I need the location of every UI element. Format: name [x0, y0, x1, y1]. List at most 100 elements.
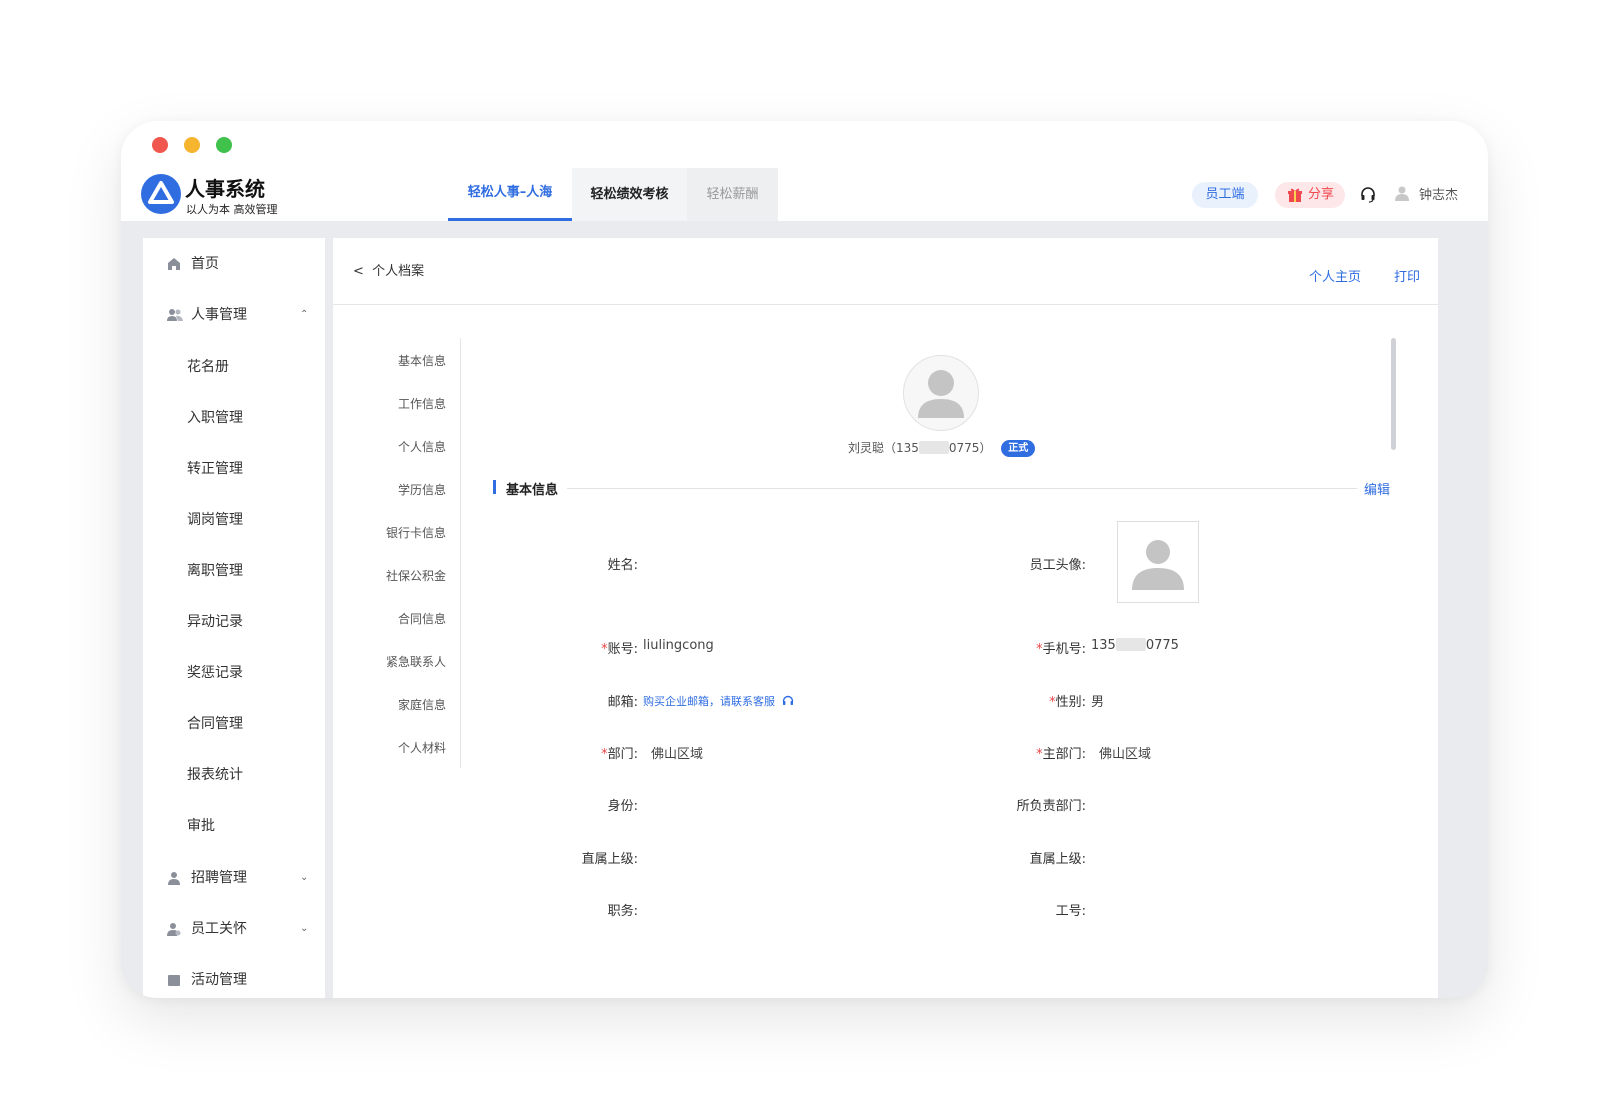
masked-phone: [1115, 638, 1146, 651]
profile-phone-suffix: 0775）: [948, 441, 992, 455]
anchor-basic-info[interactable]: 基本信息: [398, 352, 446, 369]
sidebar-item-label: 首页: [191, 256, 219, 272]
department-label: *部门:: [601, 747, 638, 762]
app-title: 人事系统: [185, 177, 265, 201]
sidebar-item-label: 员工关怀: [191, 921, 247, 937]
account-label: *账号:: [601, 642, 638, 657]
page-title: 个人档案: [372, 264, 425, 279]
user-icon: [168, 872, 180, 885]
app-subtitle: 以人为本 高效管理: [186, 203, 278, 216]
photo-label: 员工头像:: [1029, 558, 1086, 573]
tab-hr[interactable]: 轻松人事–人海: [448, 168, 572, 221]
anchor-emergency-contact[interactable]: 紧急联系人: [386, 653, 446, 670]
anchor-contract[interactable]: 合同信息: [398, 610, 446, 627]
anchor-personal-materials[interactable]: 个人材料: [398, 739, 446, 756]
user-avatar-icon[interactable]: [1394, 185, 1410, 201]
personal-home-link[interactable]: 个人主页: [1309, 266, 1361, 285]
default-avatar-icon: [918, 370, 964, 418]
anchor-bank-card[interactable]: 银行卡信息: [386, 524, 446, 541]
sidebar-item-reports[interactable]: 报表统计: [187, 755, 243, 795]
minimize-window-button[interactable]: [184, 137, 200, 153]
sidebar-item-contracts[interactable]: 合同管理: [187, 704, 243, 744]
headset-icon[interactable]: [1360, 186, 1376, 203]
gender-label: *性别:: [1049, 695, 1086, 710]
profile-name-phone: 刘灵聪（135: [848, 441, 919, 455]
share-button[interactable]: 分享: [1275, 182, 1345, 208]
maximize-window-button[interactable]: [216, 137, 232, 153]
sidebar-item-rewards[interactable]: 奖惩记录: [187, 653, 243, 693]
gender-value: 男: [1091, 695, 1105, 710]
mobile-value: 135 0775: [1091, 638, 1179, 653]
masked-phone: [918, 441, 949, 454]
default-avatar-icon: [1132, 540, 1184, 590]
direct-superior-label-2: 直属上级:: [1029, 852, 1086, 867]
chevron-down-icon: ⌄: [300, 872, 309, 883]
email-contact-link[interactable]: 购买企业邮箱，请联系客服: [643, 693, 794, 709]
profile-name-line: 刘灵聪（135 0775） 正式: [848, 439, 1036, 457]
main-department-value: 佛山区域: [1099, 747, 1152, 762]
print-link[interactable]: 打印: [1394, 266, 1420, 285]
sidebar-item-employee-care[interactable]: 员工关怀 ⌄: [143, 907, 325, 951]
responsible-department-label: 所负责部门:: [1016, 799, 1086, 814]
tab-performance[interactable]: 轻松绩效考核: [572, 168, 687, 221]
anchor-personal-info[interactable]: 个人信息: [398, 438, 446, 455]
sidebar-item-label: 招聘管理: [191, 870, 247, 886]
sidebar-item-regularization[interactable]: 转正管理: [187, 449, 243, 489]
mobile-label: *手机号:: [1036, 642, 1086, 657]
name-label: 姓名:: [607, 558, 638, 573]
tab-payroll[interactable]: 轻松薪酬: [687, 168, 778, 221]
main-content: < 个人档案 个人主页 打印 基本信息 工作信息 个人信息 学历信息 银行卡信息…: [333, 238, 1438, 998]
close-window-button[interactable]: [152, 137, 168, 153]
sidebar-item-hr-management[interactable]: 人事管理 ⌃: [143, 293, 325, 337]
sidebar-item-recruitment[interactable]: 招聘管理 ⌄: [143, 856, 325, 900]
top-bar: 人事系统 以人为本 高效管理 轻松人事–人海 轻松绩效考核 轻松薪酬 员工端 分…: [121, 121, 1488, 221]
app-logo-icon: [141, 174, 181, 214]
employee-number-label: 工号:: [1055, 904, 1086, 919]
anchor-work-info[interactable]: 工作信息: [398, 395, 446, 412]
sidebar-item-change-records[interactable]: 异动记录: [187, 602, 243, 642]
activity-icon: [168, 975, 180, 986]
department-value: 佛山区域: [651, 747, 704, 762]
users-icon: [167, 309, 183, 321]
anchor-family-info[interactable]: 家庭信息: [398, 696, 446, 713]
anchor-education[interactable]: 学历信息: [398, 481, 446, 498]
sidebar-item-home[interactable]: 首页: [143, 242, 325, 286]
chevron-up-icon: ⌃: [300, 309, 309, 320]
employee-photo[interactable]: [1117, 521, 1199, 603]
sidebar-item-resignation[interactable]: 离职管理: [187, 551, 243, 591]
headset-icon: [782, 695, 793, 705]
profile-avatar: [903, 355, 979, 431]
share-button-label: 分享: [1308, 187, 1335, 202]
sidebar-item-activity[interactable]: 活动管理: [143, 958, 325, 998]
sidebar-item-approval[interactable]: 审批: [187, 806, 215, 846]
gift-icon: [1288, 188, 1302, 202]
sidebar-item-label: 活动管理: [191, 972, 247, 988]
section-title: 基本信息: [506, 483, 559, 498]
user-care-icon: [167, 923, 181, 936]
sidebar-item-transfer[interactable]: 调岗管理: [187, 500, 243, 540]
position-label: 职务:: [607, 904, 638, 919]
scrollbar-thumb[interactable]: [1391, 338, 1396, 450]
sidebar: 首页 人事管理 ⌃ 花名册 入职管理 转正管理 调岗管理 离职管理 异动记录 奖…: [143, 238, 325, 998]
section-divider: [567, 488, 1357, 489]
employee-portal-button[interactable]: 员工端: [1192, 182, 1258, 208]
section-marker: [493, 480, 496, 494]
back-button[interactable]: < 个人档案: [353, 260, 424, 279]
sidebar-item-onboarding[interactable]: 入职管理: [187, 398, 243, 438]
sidebar-item-roster[interactable]: 花名册: [187, 347, 229, 387]
edit-button[interactable]: 编辑: [1364, 479, 1390, 498]
account-value: liulingcong: [643, 638, 714, 653]
direct-superior-label: 直属上级:: [581, 852, 638, 867]
chevron-left-icon: <: [353, 264, 364, 279]
sidebar-item-label: 人事管理: [191, 307, 247, 323]
anchor-social-security[interactable]: 社保公积金: [386, 567, 446, 584]
section-anchor-nav: 基本信息 工作信息 个人信息 学历信息 银行卡信息 社保公积金 合同信息 紧急联…: [357, 338, 461, 768]
identity-label: 身份:: [607, 799, 638, 814]
main-department-label: *主部门:: [1036, 747, 1086, 762]
email-label: 邮箱:: [607, 695, 638, 710]
app-window: 人事系统 以人为本 高效管理 轻松人事–人海 轻松绩效考核 轻松薪酬 员工端 分…: [121, 121, 1488, 998]
chevron-down-icon: ⌄: [300, 923, 309, 934]
home-icon: [168, 258, 180, 270]
content-header: < 个人档案 个人主页 打印: [333, 238, 1438, 305]
username[interactable]: 钟志杰: [1419, 184, 1458, 203]
